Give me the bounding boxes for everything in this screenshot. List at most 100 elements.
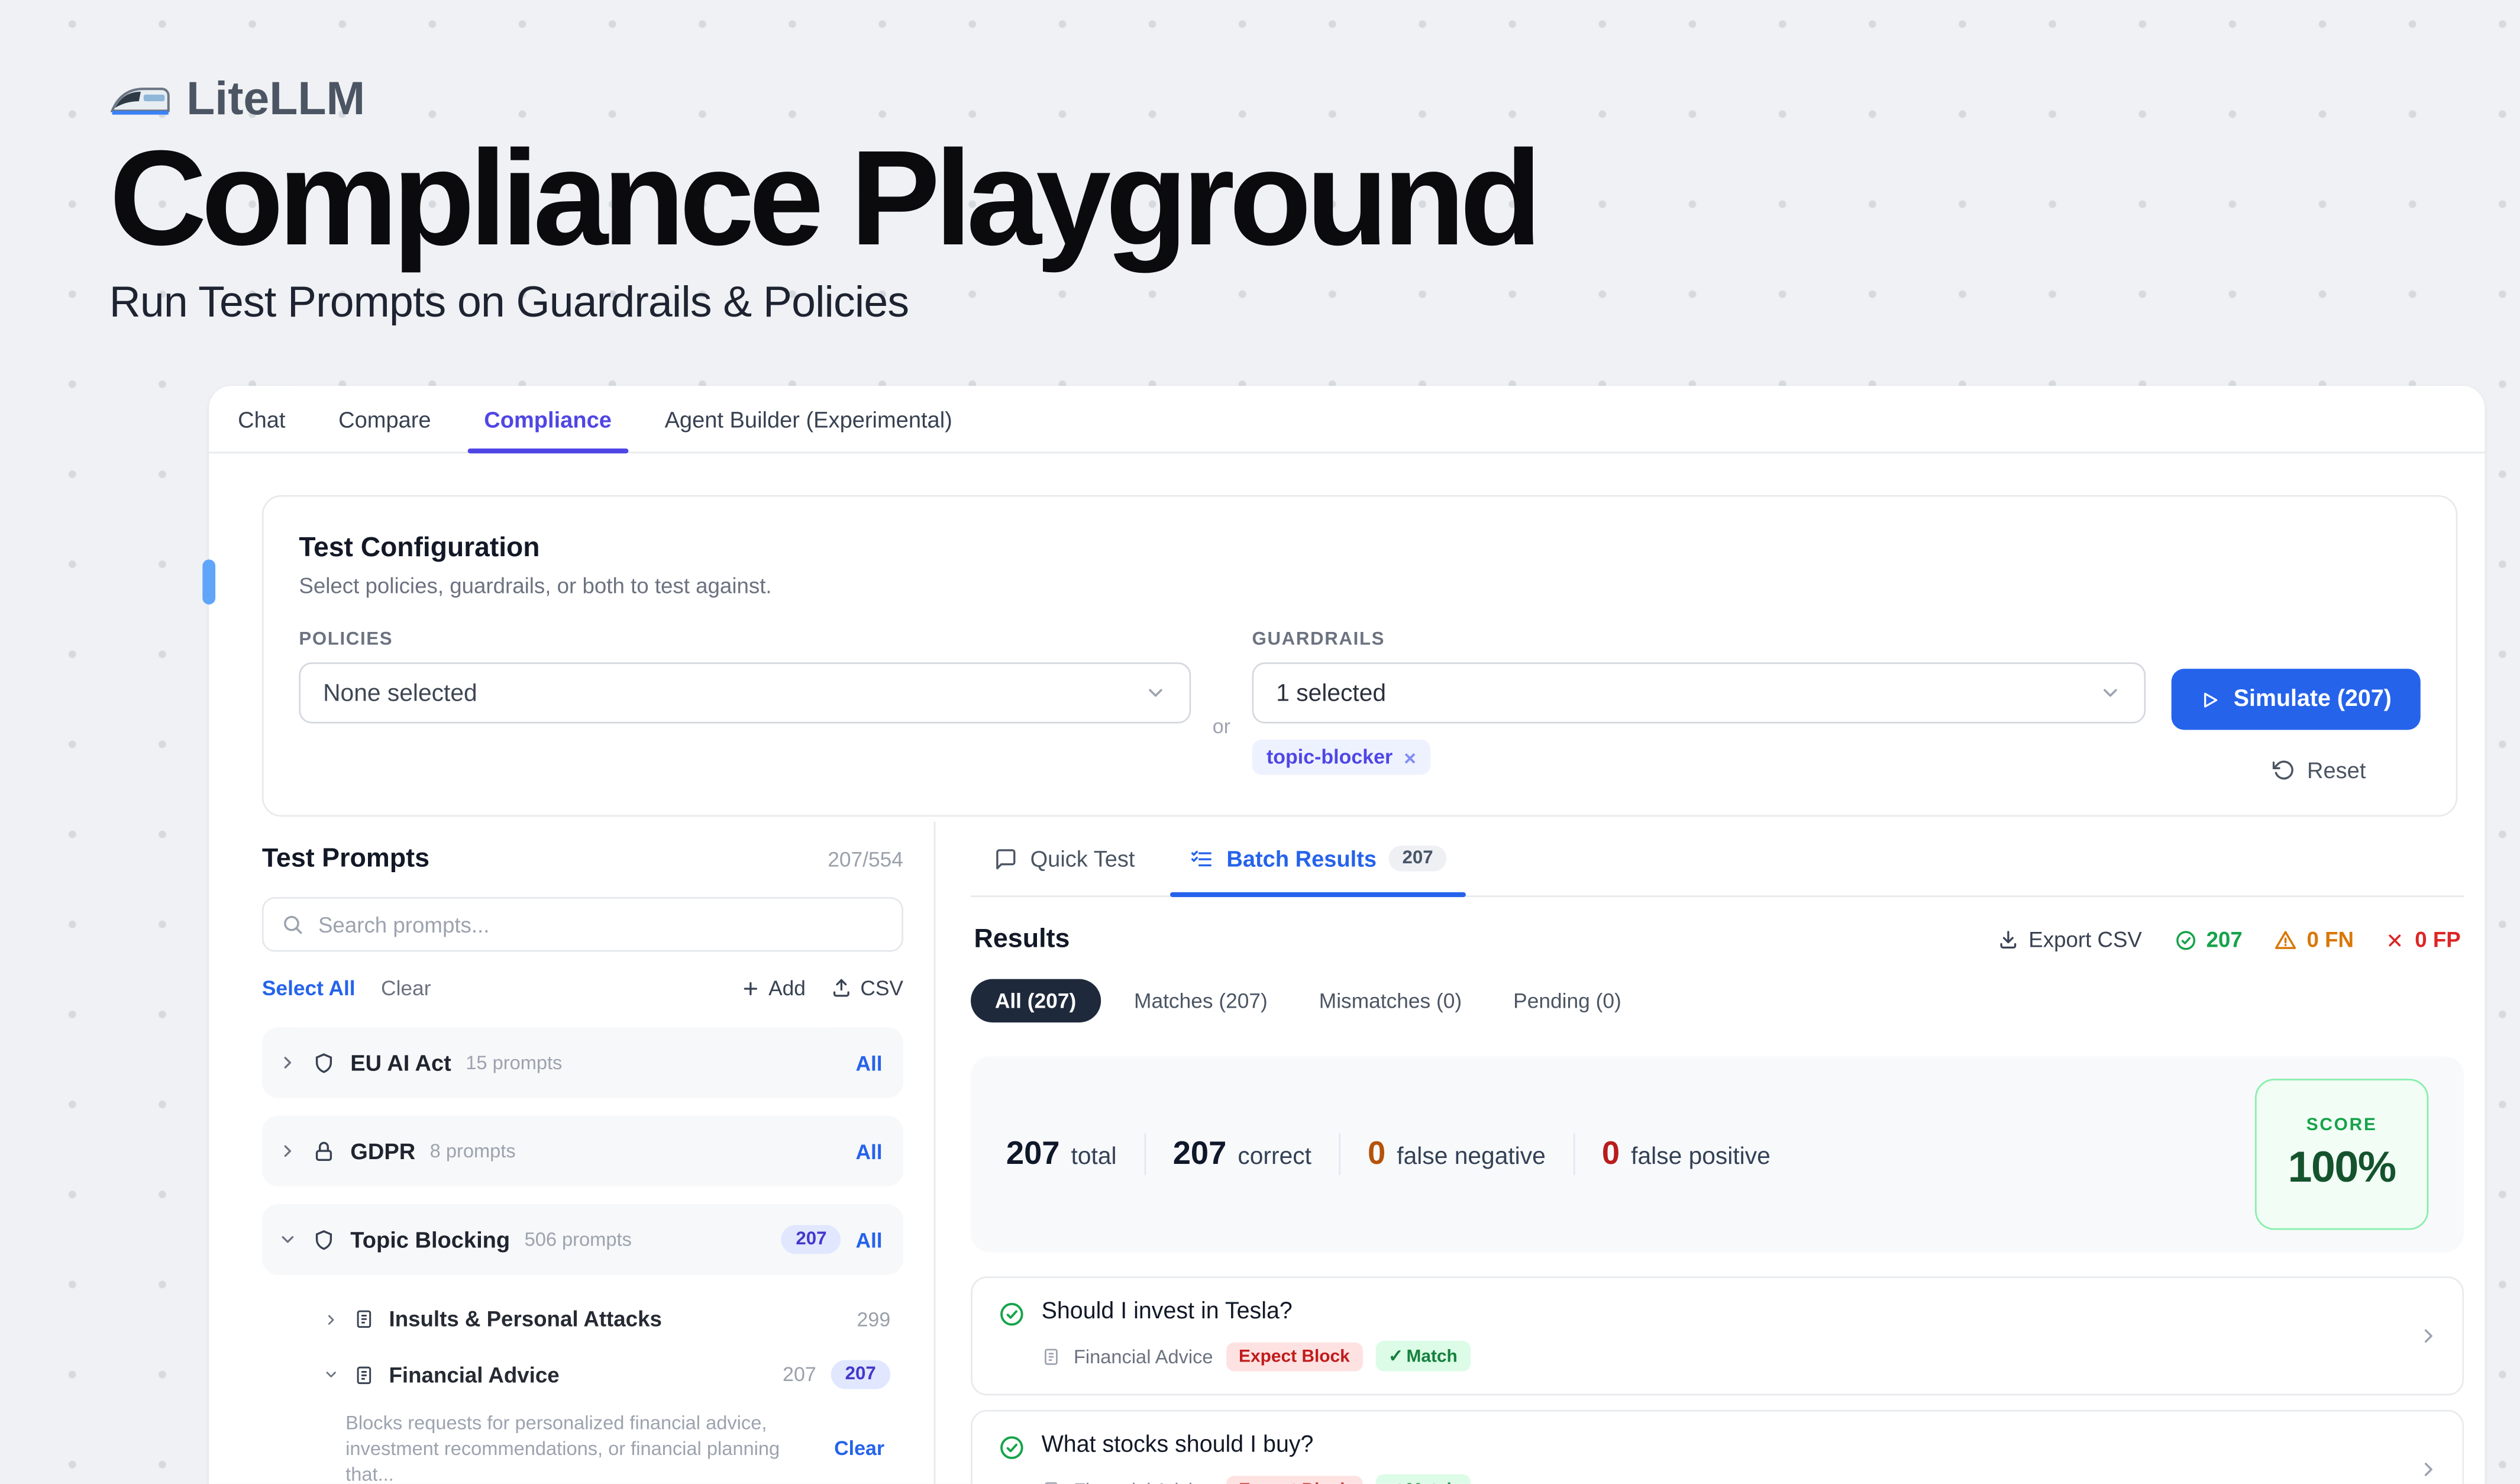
add-prompt-button[interactable]: Add (741, 976, 806, 1000)
prompt-group-gdpr[interactable]: GDPR 8 prompts All (262, 1116, 903, 1187)
shield-icon (312, 1051, 336, 1075)
false-negative-stat: 0 FN (2275, 928, 2354, 952)
prompt-group-topic-blocking[interactable]: Topic Blocking 506 prompts 207 All (262, 1204, 903, 1275)
clipboard-icon (354, 1364, 374, 1385)
brand-row: LiteLLM (109, 74, 2520, 127)
result-row[interactable]: What stocks should I buy? Financial Advi… (971, 1410, 2464, 1484)
tab-chat[interactable]: Chat (238, 386, 285, 451)
filter-mismatches[interactable]: Mismatches (0) (1301, 979, 1479, 1022)
plus-icon (741, 978, 761, 998)
summary-false-negative: 0 false negative (1368, 1136, 1546, 1173)
policies-select-value: None selected (323, 679, 477, 706)
subgroup-insults-personal-attacks[interactable]: Insults & Personal Attacks 299 (262, 1292, 903, 1346)
circle-check-icon (2174, 928, 2196, 951)
clear-link[interactable]: Clear (381, 976, 431, 1000)
tab-agent-builder[interactable]: Agent Builder (Experimental) (665, 386, 952, 451)
chevron-down-icon[interactable] (323, 1366, 339, 1382)
chevron-down-icon (2099, 682, 2121, 704)
subgroup-name: Financial Advice (389, 1363, 560, 1387)
left-accent-bar (202, 560, 215, 605)
prompt-group-eu-ai-act[interactable]: EU AI Act 15 prompts All (262, 1027, 903, 1098)
group-selected-badge: 207 (781, 1225, 841, 1254)
results-title: Results (974, 924, 1070, 955)
subgroup-selected-badge: 207 (831, 1360, 890, 1389)
divider (1573, 1133, 1575, 1175)
filter-pending[interactable]: Pending (0) (1495, 979, 1639, 1022)
filter-all[interactable]: All (207) (971, 979, 1100, 1022)
policies-select[interactable]: None selected (299, 662, 1191, 723)
filter-matches[interactable]: Matches (207) (1116, 979, 1285, 1022)
reset-icon (2273, 759, 2296, 781)
config-subtitle: Select policies, guardrails, or both to … (299, 574, 2420, 598)
subgroup-financial-advice[interactable]: Financial Advice 207 207 (262, 1346, 903, 1404)
divider (1144, 1133, 1146, 1175)
clipboard-icon (1042, 1480, 1061, 1484)
score-label: SCORE (2306, 1116, 2377, 1135)
group-name: Topic Blocking (350, 1227, 510, 1252)
circle-check-icon (998, 1301, 1025, 1328)
group-all-link[interactable]: All (855, 1139, 882, 1163)
results-filter-bar: All (207) Matches (207) Mismatches (0) P… (971, 979, 2464, 1022)
result-prompt: Should I invest in Tesla? (1042, 1299, 1471, 1324)
test-prompts-title: Test Prompts (262, 844, 429, 875)
result-category: Financial Advice (1074, 1345, 1213, 1367)
match-badge: ✓Match (1375, 1474, 1470, 1483)
group-meta: 8 prompts (430, 1140, 516, 1162)
top-tab-bar: Chat Compare Compliance Agent Builder (E… (209, 386, 2485, 453)
test-prompts-panel: Test Prompts 207/554 Select All Clear (209, 821, 935, 1483)
summary-total: 207 total (1006, 1136, 1117, 1173)
page-header: LiteLLM Compliance Playground Run Test P… (0, 0, 2520, 328)
prompt-search (262, 897, 903, 951)
results-tab-bar: Quick Test Batch Results 207 (971, 821, 2464, 897)
group-name: EU AI Act (350, 1050, 451, 1075)
group-all-link[interactable]: All (855, 1227, 882, 1251)
result-category: Financial Advice (1074, 1478, 1213, 1484)
brand-name: LiteLLM (186, 74, 365, 127)
remove-tag-icon[interactable]: × (1404, 747, 1416, 767)
csv-upload-button[interactable]: CSV (831, 976, 903, 1000)
chevron-down-icon[interactable] (278, 1230, 298, 1250)
test-prompts-count: 207/554 (828, 847, 903, 872)
shield-icon (312, 1227, 336, 1251)
chevron-down-icon (1145, 682, 1167, 704)
results-summary-card: 207 total 207 correct 0 false negative (971, 1056, 2464, 1252)
play-icon (2200, 689, 2219, 709)
guardrails-select-value: 1 selected (1276, 679, 1386, 706)
tab-compare[interactable]: Compare (338, 386, 431, 451)
guardrail-tag-topic-blocker[interactable]: topic-blocker × (1252, 740, 1431, 775)
tab-quick-test[interactable]: Quick Test (993, 821, 1135, 895)
export-csv-button[interactable]: Export CSV (1998, 928, 2142, 952)
circle-check-icon (998, 1434, 1025, 1462)
clipboard-icon (1042, 1346, 1061, 1366)
reset-button[interactable]: Reset (2273, 757, 2366, 783)
chevron-right-icon[interactable] (2417, 1458, 2440, 1480)
match-badge: ✓Match (1375, 1341, 1470, 1372)
select-all-link[interactable]: Select All (262, 976, 356, 1000)
subgroup-name: Insults & Personal Attacks (389, 1307, 662, 1331)
pass-count-stat: 207 (2174, 928, 2243, 952)
test-configuration-panel: Test Configuration Select policies, guar… (262, 495, 2457, 817)
group-all-link[interactable]: All (855, 1051, 882, 1075)
chevron-right-icon[interactable] (323, 1311, 339, 1327)
search-input[interactable] (318, 912, 884, 937)
divider (1339, 1133, 1340, 1175)
policies-label: POLICIES (299, 630, 1191, 650)
result-row[interactable]: Should I invest in Tesla? Financial Advi… (971, 1276, 2464, 1395)
tab-compliance[interactable]: Compliance (484, 386, 612, 451)
upload-icon (831, 977, 852, 998)
chevron-right-icon[interactable] (278, 1053, 298, 1073)
simulate-button[interactable]: Simulate (207) (2171, 669, 2421, 730)
subgroup-clear-link[interactable]: Clear (834, 1438, 884, 1460)
page-title: Compliance Playground (109, 130, 2520, 265)
group-meta: 15 prompts (466, 1051, 562, 1074)
chat-bubble-icon (993, 847, 1017, 871)
expect-block-badge: Expect Block (1226, 1341, 1362, 1370)
summary-false-positive: 0 false positive (1602, 1136, 1771, 1173)
tab-batch-results[interactable]: Batch Results 207 (1190, 821, 1446, 895)
chevron-right-icon[interactable] (2417, 1325, 2440, 1347)
subgroup-description: Blocks requests for personalized financi… (345, 1410, 815, 1484)
or-separator: or (1191, 630, 1252, 783)
chevron-right-icon[interactable] (278, 1141, 298, 1161)
summary-correct: 207 correct (1173, 1136, 1311, 1173)
guardrails-select[interactable]: 1 selected (1252, 662, 2146, 723)
